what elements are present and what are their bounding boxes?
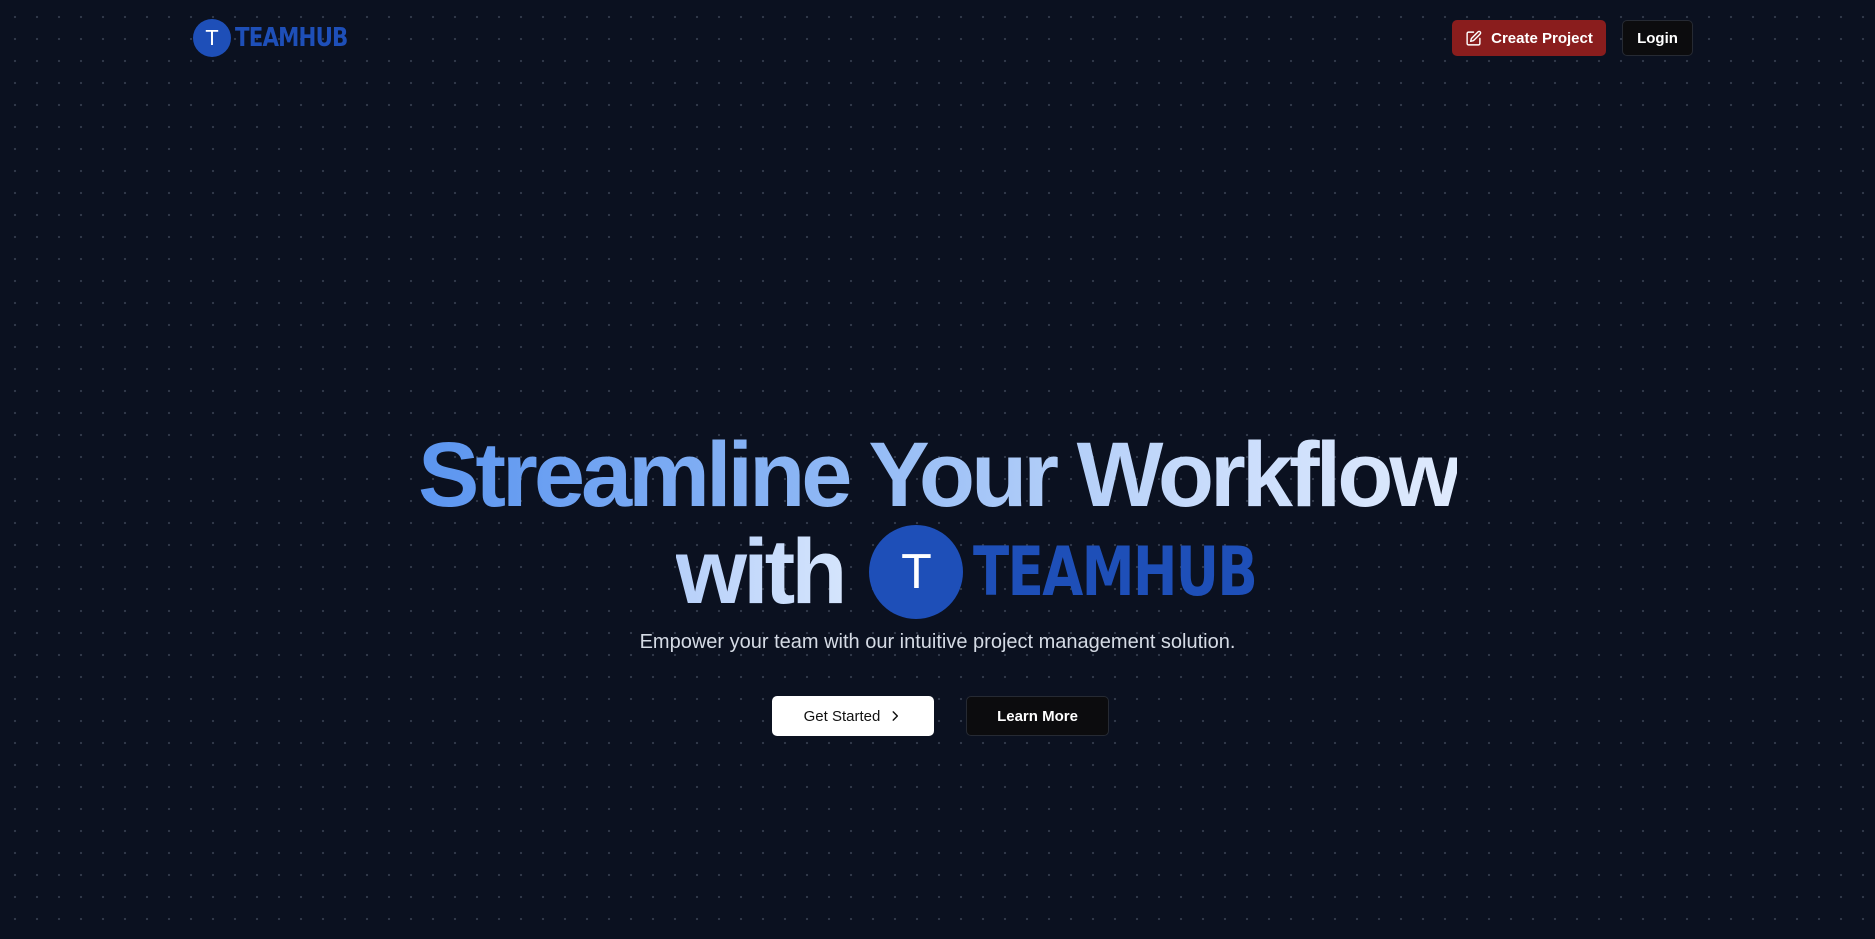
hero-logo-text: TEAMHUB: [973, 532, 1258, 612]
site-header: T TEAMHUB Create Project Login: [0, 0, 1875, 76]
hero-headline-line1: Streamline Your Workflow: [0, 425, 1875, 525]
brand-logo-circle: T: [193, 19, 231, 57]
get-started-label: Get Started: [803, 707, 881, 725]
brand-logo-link[interactable]: T TEAMHUB: [193, 19, 372, 57]
hero-logo-circle: T: [869, 525, 964, 619]
edit-square-icon: [1466, 30, 1482, 46]
hero-subtitle: Empower your team with our intuitive pro…: [639, 631, 1236, 653]
chevron-right-icon: [892, 711, 899, 721]
get-started-button[interactable]: Get Started: [772, 696, 934, 736]
hero-headline-with: with: [675, 521, 848, 623]
login-button[interactable]: Login: [1622, 20, 1693, 56]
brand-logo-text: TEAMHUB: [235, 23, 348, 53]
hero-headline-line2: with T TEAMHUB: [0, 522, 1875, 622]
create-project-label: Create Project: [1491, 29, 1593, 47]
hero-headline-text: Streamline Your Workflow: [418, 424, 1461, 526]
hero-logo: T TEAMHUB: [869, 525, 1258, 619]
create-project-button[interactable]: Create Project: [1452, 20, 1606, 56]
learn-more-button[interactable]: Learn More: [966, 696, 1109, 736]
